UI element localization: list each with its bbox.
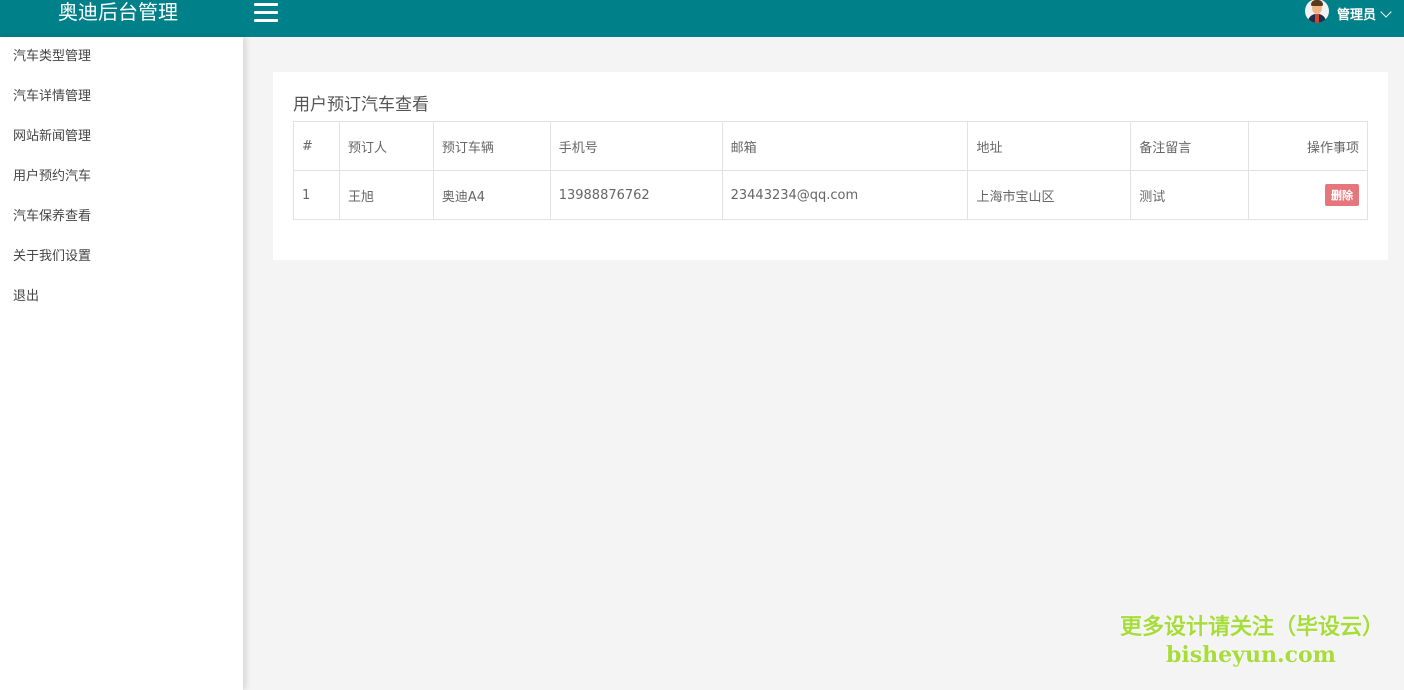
cell-address: 上海市宝山区 [967,170,1132,220]
top-bar: 奥迪后台管理 管理员 [0,0,1404,37]
cell-email: 23443234@qq.com [721,170,969,220]
hamburger-icon[interactable] [254,3,278,23]
page-title: 用户预订汽车查看 [293,95,429,115]
watermark: 更多设计请关注（毕设云） bisheyun.com [1120,614,1385,668]
user-name: 管理员 [1336,8,1376,23]
watermark-url: bisheyun.com [1166,642,1336,668]
cell-car: 奥迪A4 [432,170,551,220]
cell-id: 1 [293,170,340,220]
delete-button[interactable]: 删除 [1325,184,1359,206]
main-panel: 用户预订汽车查看 # 预订人 预订车辆 手机号 邮箱 地址 备注留言 操作事项 [273,72,1388,260]
table-header-row: # 预订人 预订车辆 手机号 邮箱 地址 备注留言 操作事项 [293,121,1368,171]
column-header: # [293,121,340,171]
reservations-table: # 预订人 预订车辆 手机号 邮箱 地址 备注留言 操作事项 1 王旭 奥迪A4… [293,121,1368,220]
sidebar-item-about[interactable]: 关于我们设置 [0,237,243,277]
cell-actions: 删除 [1248,170,1368,220]
column-header: 邮箱 [721,121,969,171]
column-header: 预订车辆 [432,121,551,171]
cell-phone: 13988876762 [549,170,723,220]
sidebar-item-logout[interactable]: 退出 [0,277,243,317]
sidebar-item-news[interactable]: 网站新闻管理 [0,117,243,157]
sidebar: 汽车类型管理 汽车详情管理 网站新闻管理 用户预约汽车 汽车保养查看 关于我们设… [0,37,243,690]
table-row: 1 王旭 奥迪A4 13988876762 23443234@qq.com 上海… [293,170,1368,220]
sidebar-item-car-details[interactable]: 汽车详情管理 [0,77,243,117]
sidebar-item-maintenance[interactable]: 汽车保养查看 [0,197,243,237]
column-header: 备注留言 [1130,121,1250,171]
sidebar-item-car-types[interactable]: 汽车类型管理 [0,37,243,77]
column-header: 预订人 [338,121,434,171]
column-header: 地址 [967,121,1132,171]
watermark-text: 更多设计请关注（毕设云） [1120,615,1385,640]
user-menu[interactable]: 管理员 [1304,0,1392,26]
cell-note: 测试 [1130,170,1250,220]
sidebar-item-reservations[interactable]: 用户预约汽车 [0,157,243,197]
chevron-down-icon[interactable] [1380,5,1392,18]
column-header: 手机号 [549,121,723,171]
column-header: 操作事项 [1248,121,1368,171]
cell-name: 王旭 [338,170,434,220]
app-title: 奥迪后台管理 [58,0,178,24]
avatar [1304,0,1329,23]
